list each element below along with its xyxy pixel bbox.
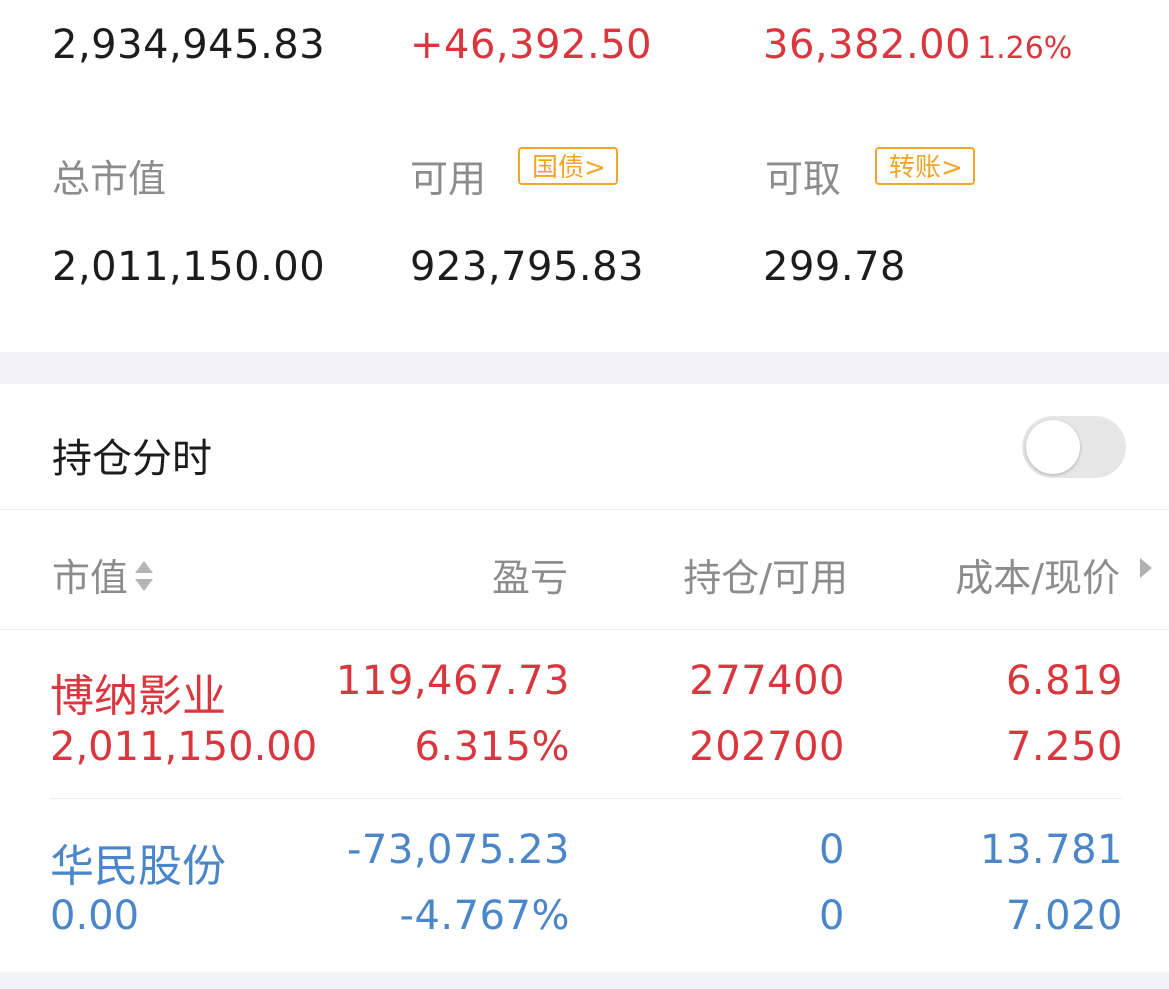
stock-cost: 13.781	[980, 827, 1123, 873]
divider	[0, 629, 1169, 630]
bottom-separator	[0, 972, 1169, 989]
column-header-market-value[interactable]: 市值	[52, 547, 156, 603]
stock-name: 博纳影业	[50, 671, 226, 722]
positions-timeline-toggle[interactable]	[1022, 416, 1126, 478]
triangle-right-icon[interactable]	[1140, 558, 1152, 578]
stock-price: 7.250	[1005, 724, 1123, 770]
market-value: 2,011,150.00	[52, 244, 326, 290]
float-pnl-value: +46,392.50	[410, 22, 653, 68]
treasury-bond-button[interactable]: 国债>	[518, 147, 618, 185]
stock-price: 7.020	[1005, 893, 1123, 939]
stock-available: 0	[819, 893, 845, 939]
stock-name: 华民股份	[50, 841, 226, 892]
stock-pnl-percent: 6.315%	[414, 724, 570, 770]
today-pnl-value: 36,382.00	[763, 22, 972, 68]
total-assets-value: 2,934,945.83	[52, 22, 326, 68]
row-divider	[50, 798, 1122, 799]
stock-market-value: 0.00	[50, 893, 140, 939]
transfer-button[interactable]: 转账>	[875, 147, 975, 185]
available-label: 可用	[410, 157, 487, 201]
stock-pnl: -73,075.23	[346, 827, 570, 873]
sort-arrows-icon	[132, 558, 156, 603]
stock-available: 202700	[689, 724, 845, 770]
available-value: 923,795.83	[410, 244, 645, 290]
divider	[0, 509, 1169, 510]
withdrawable-value: 299.78	[763, 244, 906, 290]
stock-market-value: 2,011,150.00	[50, 724, 318, 770]
market-value-label: 总市值	[52, 157, 167, 201]
column-header-market-value-label: 市值	[52, 556, 129, 600]
section-separator	[0, 352, 1169, 384]
stock-pnl-percent: -4.767%	[399, 893, 570, 939]
toggle-knob	[1026, 420, 1080, 474]
today-pnl-percent: 1.26%	[977, 31, 1073, 66]
stock-holding: 277400	[689, 658, 845, 704]
column-header-pnl[interactable]: 盈亏	[380, 547, 568, 602]
stock-holding: 0	[819, 827, 845, 873]
stock-cost: 6.819	[1005, 658, 1123, 704]
column-header-holding-available[interactable]: 持仓/可用	[600, 547, 848, 602]
column-header-cost-price[interactable]: 成本/现价	[870, 547, 1120, 602]
positions-timeline-label: 持仓分时	[52, 436, 212, 482]
stock-pnl: 119,467.73	[335, 658, 570, 704]
withdrawable-label: 可取	[765, 157, 842, 201]
